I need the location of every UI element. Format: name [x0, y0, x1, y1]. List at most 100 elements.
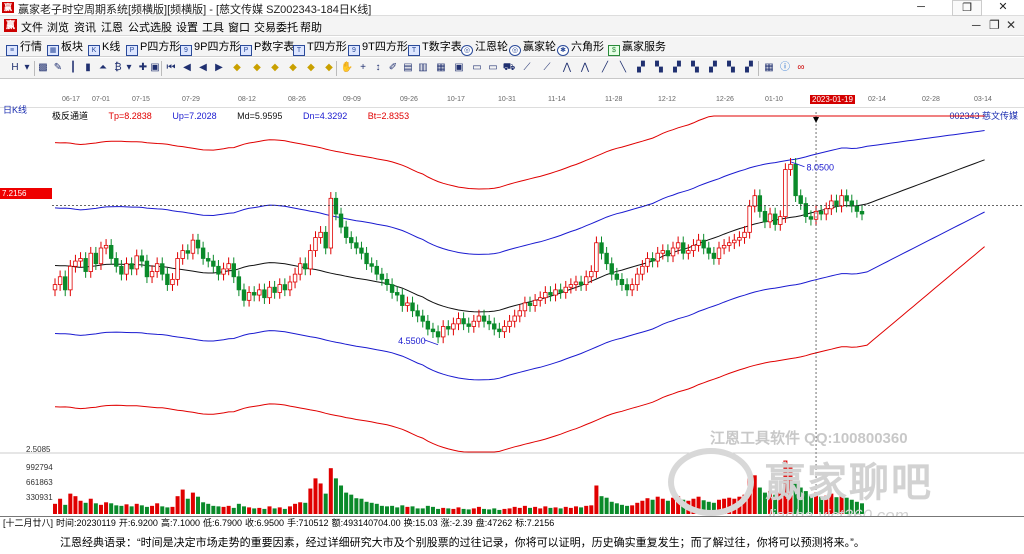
status-item: 低:6.7900: [202, 518, 242, 528]
candle-body: [711, 252, 717, 259]
candle-body: [568, 284, 574, 288]
volume-bar: [497, 509, 502, 514]
candle-body: [645, 258, 650, 267]
candle-body: [778, 216, 783, 225]
volume-bar: [563, 506, 568, 514]
candle-body: [859, 210, 865, 215]
candle-body: [272, 286, 277, 293]
candle-body: [466, 323, 471, 327]
volume-bar: [226, 505, 231, 514]
volume-bar: [553, 507, 558, 514]
candle-body: [742, 231, 747, 238]
candle-body: [583, 276, 589, 286]
candle-body: [844, 195, 849, 202]
candle-body: [129, 263, 134, 270]
candle-body: [538, 297, 543, 301]
volume-label: 661863: [26, 478, 53, 487]
candle-body: [154, 263, 160, 272]
candle-body: [389, 284, 395, 293]
volume-bar: [180, 489, 185, 514]
volume-label: 330931: [26, 493, 53, 502]
volume-bar: [517, 507, 522, 514]
status-item: 开:6.9200: [118, 518, 158, 528]
volume-bar: [395, 507, 400, 514]
volume-bar: [298, 502, 303, 514]
candle-body: [481, 315, 487, 322]
candle-body: [338, 213, 344, 228]
candle-body: [604, 252, 609, 265]
candle-body: [732, 239, 737, 244]
candle-body: [706, 247, 711, 254]
volume-bar: [83, 502, 88, 514]
volume-bar: [93, 503, 98, 514]
watermark-brand: 赢家聊吧: [765, 461, 933, 505]
candle-body: [318, 231, 323, 238]
candle-body: [349, 237, 354, 244]
status-item: 手:710512: [287, 518, 329, 528]
candle-body: [354, 242, 359, 249]
candle-body: [313, 237, 318, 252]
candle-body: [476, 315, 482, 322]
volume-bar: [522, 505, 527, 514]
volume-bar: [277, 507, 282, 514]
up-band-line: [54, 130, 985, 255]
volume-bar: [379, 505, 384, 514]
volume-bar: [533, 506, 538, 514]
volume-bar: [201, 502, 206, 514]
candle-body: [589, 271, 594, 278]
candle-body: [430, 328, 436, 333]
volume-bar: [349, 494, 354, 514]
candle-body: [180, 250, 185, 259]
candle-body: [119, 265, 124, 275]
candle-body: [175, 258, 180, 280]
volume-bar: [446, 508, 451, 514]
candle-body: [527, 302, 533, 306]
volume-bar: [528, 507, 533, 514]
candle-body: [395, 292, 400, 296]
volume-bar: [165, 507, 170, 514]
candle-body: [262, 289, 267, 299]
volume-bar: [160, 506, 165, 514]
volume-bar: [568, 507, 573, 514]
high-label: 8.0500: [806, 163, 834, 173]
candle-body: [57, 276, 63, 286]
candle-body: [190, 239, 196, 254]
volume-bar: [98, 504, 103, 514]
candle-body: [824, 208, 829, 215]
volume-label: 2.5085: [26, 445, 51, 454]
volume-bar: [476, 506, 481, 514]
volume-bar: [139, 505, 144, 514]
status-item: 换:15.03: [403, 518, 438, 528]
volume-bar: [313, 478, 318, 514]
status-item: 收:6.9500: [245, 518, 285, 528]
candle-body: [691, 244, 696, 252]
volume-bar: [410, 506, 415, 514]
candle-body: [440, 326, 446, 338]
candle-body: [379, 273, 385, 280]
dn-band-line: [54, 211, 985, 381]
candle-body: [323, 231, 328, 249]
volume-bar: [119, 505, 124, 514]
candle-body: [624, 284, 630, 291]
candle-body: [221, 268, 226, 275]
candle-body: [543, 292, 548, 299]
volume-bar: [272, 508, 277, 514]
quote-bar: 江恩经典语录：“时间是决定市场走势的重要因素，经过详细研究大市及个别股票的过往记…: [0, 533, 1024, 554]
volume-bar: [257, 507, 262, 514]
candle-body: [839, 195, 844, 207]
volume-bar: [323, 493, 328, 514]
volume-bar: [390, 505, 395, 514]
candle-body: [461, 318, 466, 325]
volume-bar: [129, 506, 134, 514]
candle-body: [216, 265, 221, 275]
candle-body: [650, 258, 655, 262]
candle-body: [788, 163, 793, 170]
candle-body: [716, 247, 722, 259]
volume-bar: [196, 496, 201, 514]
candle-body: [558, 289, 563, 293]
volume-bar: [665, 500, 670, 514]
volume-bar: [650, 499, 655, 514]
candle-body: [681, 242, 686, 254]
candle-body: [139, 255, 145, 262]
candle-body: [236, 276, 242, 291]
